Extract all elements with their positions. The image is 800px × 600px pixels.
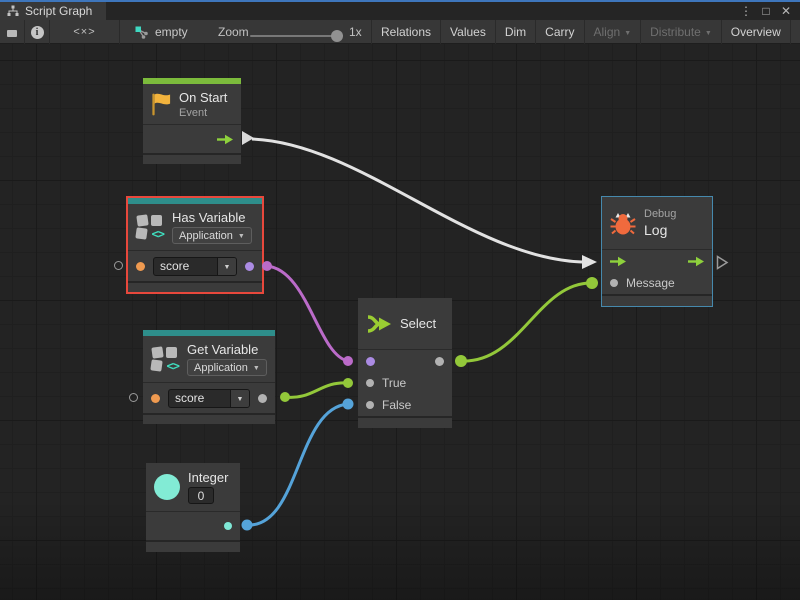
lock-button[interactable] bbox=[0, 20, 25, 44]
name-input-port[interactable] bbox=[151, 394, 160, 403]
node-subtitle: Event bbox=[179, 107, 227, 119]
node-get-variable[interactable]: <> Get Variable Application ▼ score ▼ bbox=[143, 330, 275, 424]
variable-icon: <> bbox=[136, 213, 164, 241]
full-screen-button[interactable]: Full Screen bbox=[790, 20, 800, 44]
node-footer bbox=[143, 155, 241, 164]
code-icon: <×> bbox=[73, 26, 95, 38]
overview-button[interactable]: Overview bbox=[721, 20, 790, 44]
node-title: Get Variable bbox=[187, 342, 267, 357]
message-input-port[interactable] bbox=[610, 279, 618, 287]
selection-icon bbox=[135, 26, 149, 39]
values-button[interactable]: Values bbox=[440, 20, 495, 44]
enter-input-port[interactable] bbox=[610, 256, 626, 267]
node-footer bbox=[143, 415, 275, 424]
selection-output-port[interactable] bbox=[435, 357, 444, 366]
select-icon bbox=[366, 314, 392, 334]
zoom-slider-handle[interactable] bbox=[331, 30, 343, 42]
node-title: Select bbox=[400, 316, 436, 331]
integer-icon bbox=[154, 474, 180, 500]
selection-status-label: empty bbox=[155, 25, 188, 39]
port-label: Message bbox=[626, 276, 675, 290]
node-debug-log[interactable]: Debug Log Message bbox=[601, 196, 713, 307]
chevron-down-icon: ▼ bbox=[253, 365, 260, 372]
node-footer bbox=[602, 296, 712, 306]
node-title: Integer bbox=[188, 470, 228, 485]
value-output-port[interactable] bbox=[258, 394, 267, 403]
scope-dropdown[interactable]: Application ▼ bbox=[172, 227, 252, 244]
name-input-port[interactable] bbox=[136, 262, 145, 271]
exit-output-port[interactable] bbox=[688, 256, 704, 267]
integer-output-port[interactable] bbox=[224, 522, 232, 530]
zoom-slider-track[interactable] bbox=[250, 35, 343, 37]
maximize-icon[interactable]: □ bbox=[758, 4, 774, 18]
graph-icon bbox=[7, 5, 19, 17]
trigger-output-port[interactable] bbox=[217, 134, 233, 145]
tab-title: Script Graph bbox=[25, 4, 92, 18]
connection-source-marker bbox=[242, 131, 254, 145]
unconnected-flow-marker bbox=[716, 255, 729, 270]
integer-value-field[interactable]: 0 bbox=[188, 487, 214, 504]
scope-dropdown[interactable]: Application ▼ bbox=[187, 359, 267, 376]
info-button[interactable]: i bbox=[25, 20, 50, 44]
variable-icon: <> bbox=[151, 345, 179, 373]
unconnected-port-marker bbox=[129, 393, 138, 402]
info-icon: i bbox=[31, 26, 44, 39]
node-title: Has Variable bbox=[172, 210, 252, 225]
true-input-port[interactable] bbox=[366, 379, 374, 387]
zoom-value: 1x bbox=[349, 20, 362, 44]
variable-name-field[interactable]: score ▼ bbox=[153, 257, 237, 276]
window-controls: ⋮ □ ✕ bbox=[738, 2, 800, 20]
condition-input-port[interactable] bbox=[366, 357, 375, 366]
node-footer bbox=[358, 418, 452, 428]
tab-script-graph[interactable]: Script Graph bbox=[0, 2, 106, 20]
tab-bar: Script Graph ⋮ □ ✕ bbox=[0, 2, 800, 20]
flag-icon bbox=[151, 91, 171, 118]
node-footer bbox=[146, 542, 240, 552]
result-output-port[interactable] bbox=[245, 262, 254, 271]
port-label: True bbox=[382, 376, 406, 390]
distribute-button[interactable]: Distribute▼ bbox=[640, 20, 721, 44]
lock-icon bbox=[6, 25, 18, 39]
zoom-label: Zoom bbox=[218, 20, 249, 44]
node-title: On Start bbox=[179, 90, 227, 105]
toolbar-buttons: Relations Values Dim Carry Align▼ Distri… bbox=[371, 20, 800, 44]
port-label: False bbox=[382, 398, 411, 412]
chevron-down-icon[interactable]: ▼ bbox=[230, 390, 249, 407]
dim-button[interactable]: Dim bbox=[495, 20, 535, 44]
node-has-variable[interactable]: <> Has Variable Application ▼ score ▼ bbox=[126, 196, 264, 294]
carry-button[interactable]: Carry bbox=[535, 20, 583, 44]
node-footer bbox=[128, 283, 262, 292]
node-surtitle: Debug bbox=[644, 208, 676, 220]
node-integer[interactable]: Integer 0 bbox=[146, 463, 240, 552]
relations-button[interactable]: Relations bbox=[371, 20, 440, 44]
chevron-down-icon: ▼ bbox=[238, 233, 245, 240]
close-icon[interactable]: ✕ bbox=[778, 4, 794, 18]
chevron-down-icon: ▼ bbox=[705, 30, 712, 37]
bug-icon bbox=[610, 211, 636, 235]
unconnected-port-marker bbox=[114, 261, 123, 270]
menu-icon[interactable]: ⋮ bbox=[738, 4, 754, 18]
align-button[interactable]: Align▼ bbox=[584, 20, 641, 44]
code-preview-button[interactable]: <×> bbox=[50, 20, 120, 44]
chevron-down-icon: ▼ bbox=[624, 30, 631, 37]
variable-name-field[interactable]: score ▼ bbox=[168, 389, 250, 408]
script-graph-window: Script Graph ⋮ □ ✕ i <×> empty bbox=[0, 0, 800, 600]
selection-status: empty bbox=[135, 20, 188, 44]
chevron-down-icon[interactable]: ▼ bbox=[217, 258, 236, 275]
node-title: Log bbox=[644, 222, 676, 238]
false-input-port[interactable] bbox=[366, 401, 374, 409]
graph-toolbar: i <×> empty Zoom 1x Relations Values Dim… bbox=[0, 20, 800, 44]
node-select[interactable]: Select True False bbox=[358, 298, 452, 428]
node-on-start[interactable]: On Start Event bbox=[143, 78, 241, 164]
